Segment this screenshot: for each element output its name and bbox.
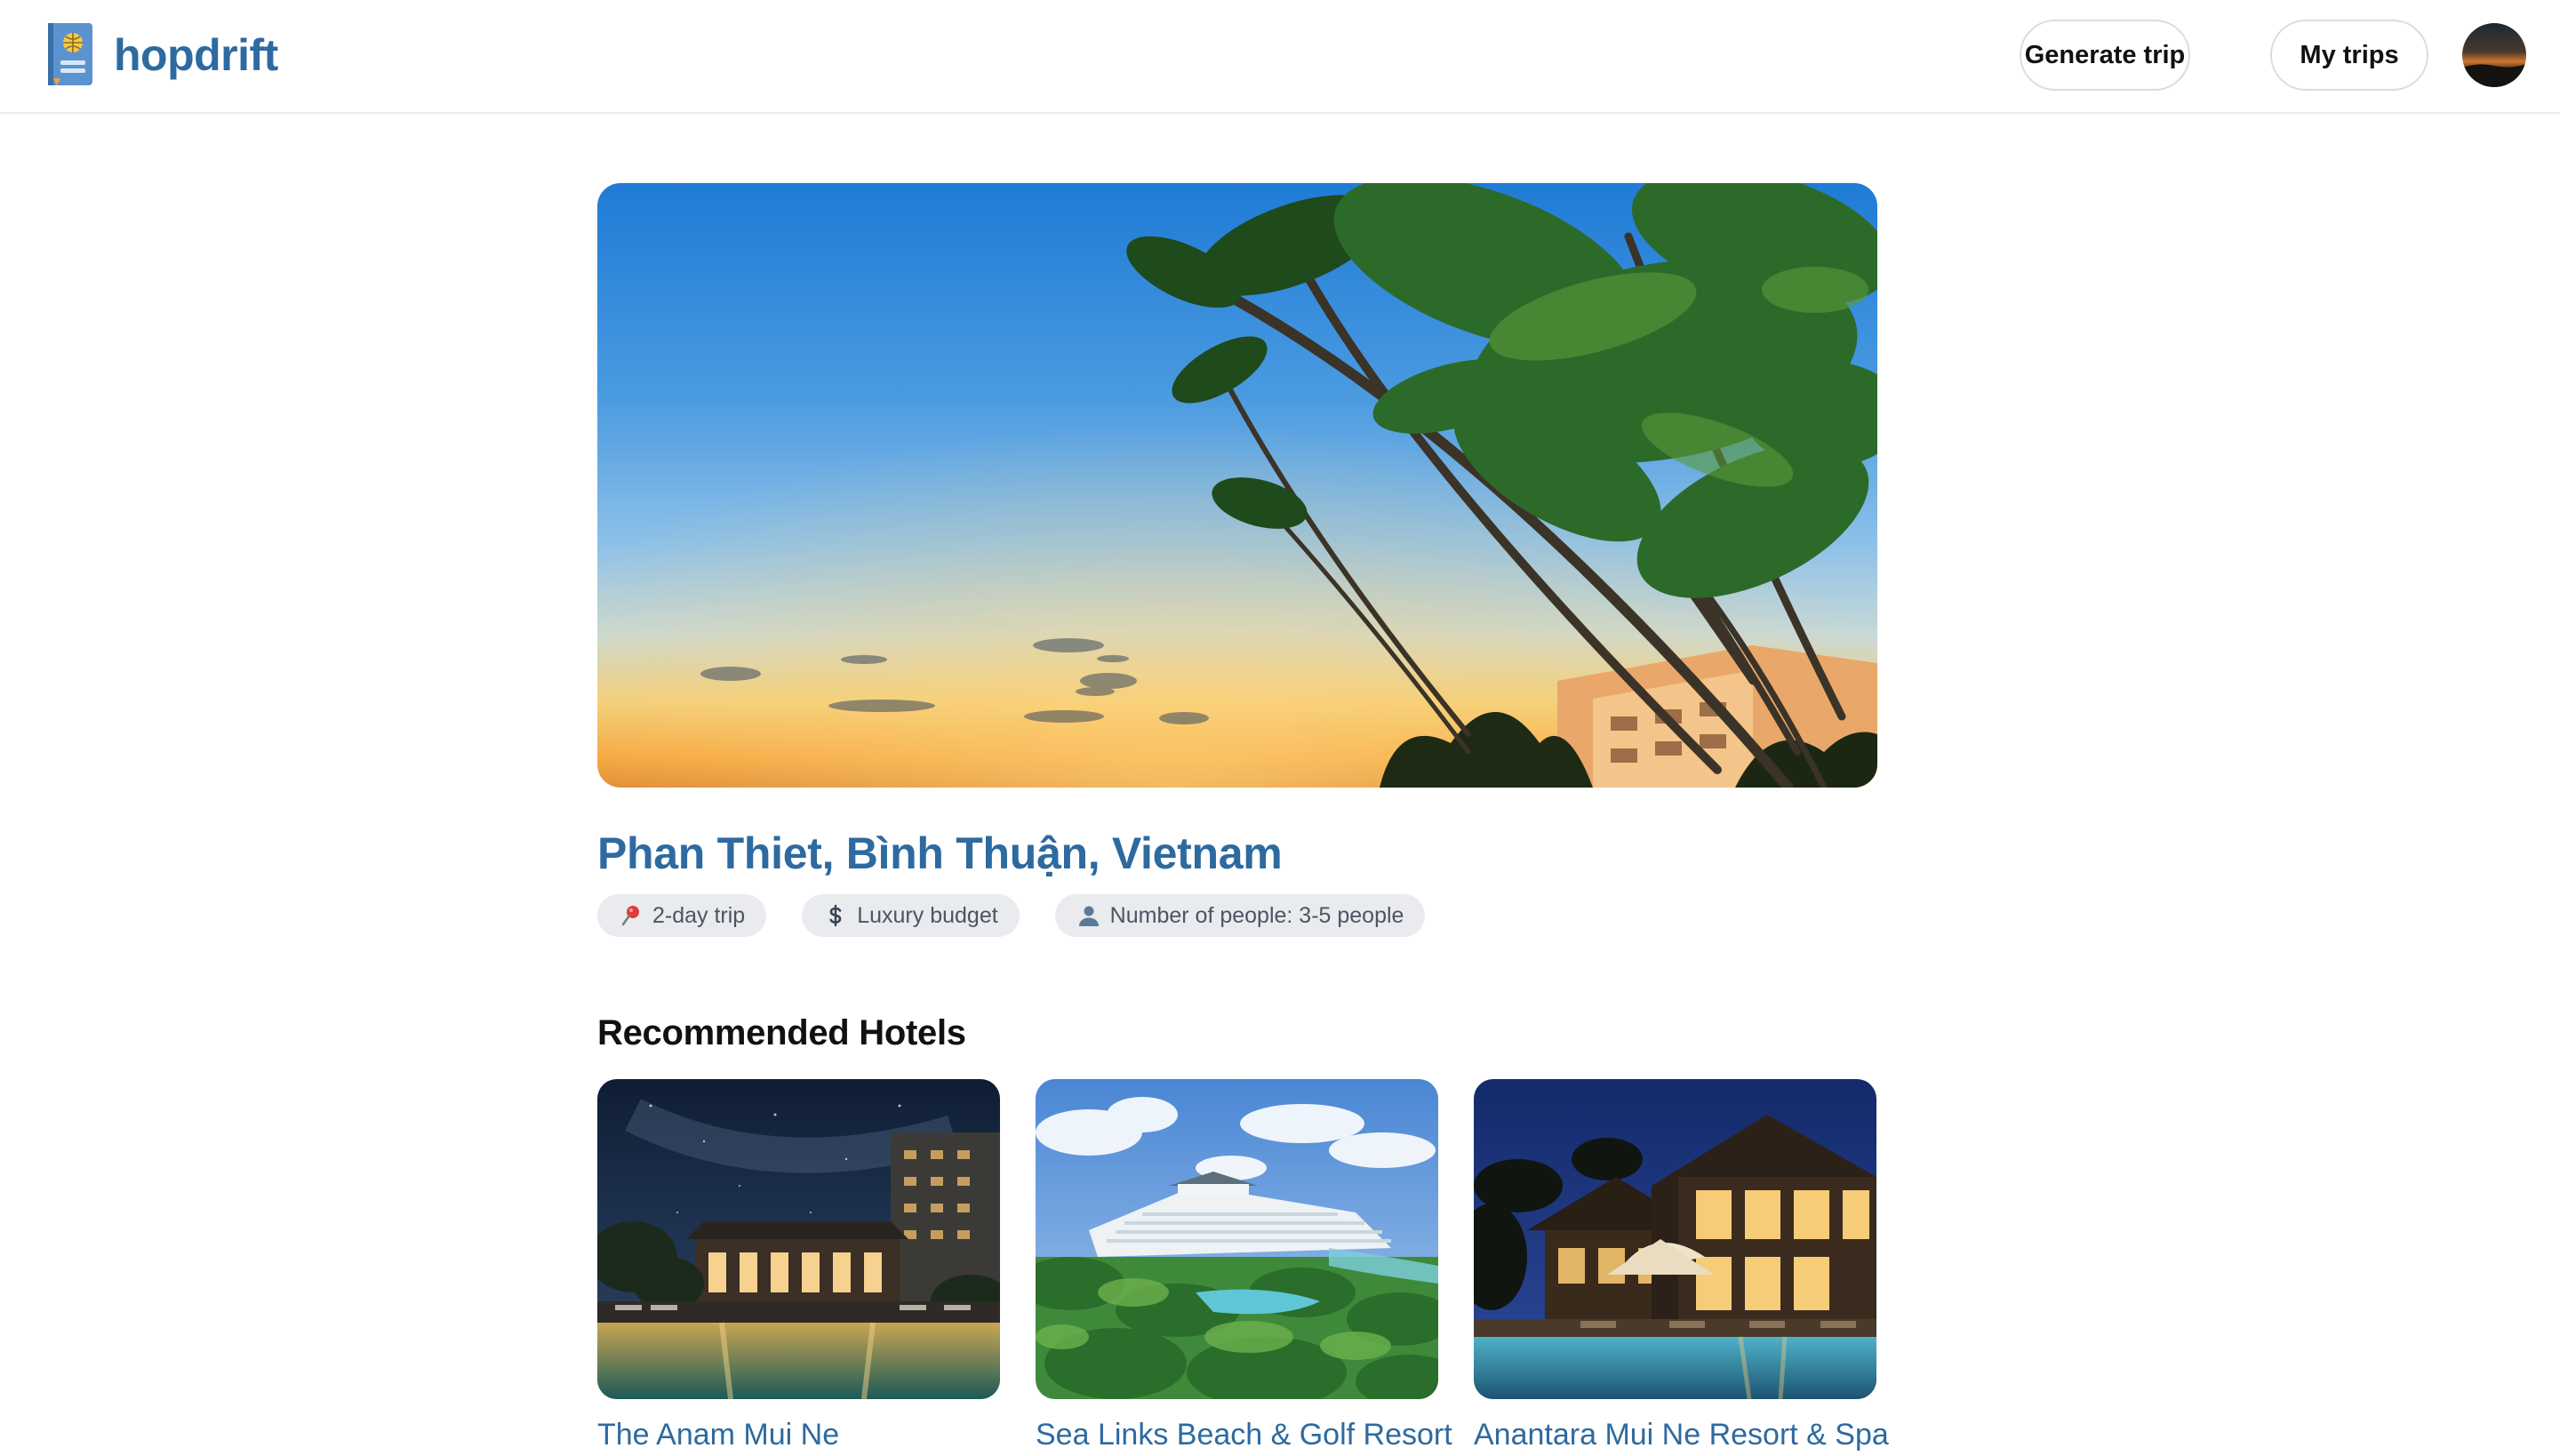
hotel-image [1036,1079,1438,1399]
hotel-card[interactable]: Anantara Mui Ne Resort & Spa [1474,1079,1889,1454]
hotel-image [597,1079,1000,1399]
chip-label: Number of people: 3-5 people [1109,902,1404,928]
logo-link[interactable]: hopdrift [46,21,278,89]
dollar-icon [823,903,848,928]
app-name: hopdrift [114,30,278,80]
trip-budget-chip: Luxury budget [802,894,1020,937]
hotel-name[interactable]: Sea Links Beach & Golf Resort [1036,1415,1452,1454]
hotel-image [1474,1079,1876,1399]
my-trips-button[interactable]: My trips [2270,20,2428,91]
destination-hero-image [597,183,1877,788]
top-navbar: hopdrift Generate trip My trips [0,0,2560,114]
passport-icon [46,21,96,89]
hotel-name[interactable]: The Anam Mui Ne [597,1415,1000,1454]
trip-title: Phan Thiet, Bình Thuận, Vietnam [597,828,1283,878]
trip-people-chip: Number of people: 3-5 people [1054,894,1426,937]
person-icon [1076,903,1101,928]
pushpin-icon [619,903,644,928]
trip-info-chips: 2-day trip Luxury budget Number of peopl… [597,894,1426,937]
hotel-card[interactable]: Sea Links Beach & Golf Resort [1036,1079,1452,1454]
hotel-list: The Anam Mui Ne Sea Links Beach & Golf R… [597,1079,1889,1454]
chip-label: 2-day trip [652,902,746,928]
user-avatar[interactable] [2462,23,2526,87]
generate-trip-button[interactable]: Generate trip [2020,20,2190,91]
chip-label: Luxury budget [857,902,998,928]
hotel-name[interactable]: Anantara Mui Ne Resort & Spa [1474,1415,1889,1454]
trip-duration-chip: 2-day trip [597,894,767,937]
recommended-hotels-heading: Recommended Hotels [597,1013,966,1052]
hotel-card[interactable]: The Anam Mui Ne [597,1079,1000,1454]
